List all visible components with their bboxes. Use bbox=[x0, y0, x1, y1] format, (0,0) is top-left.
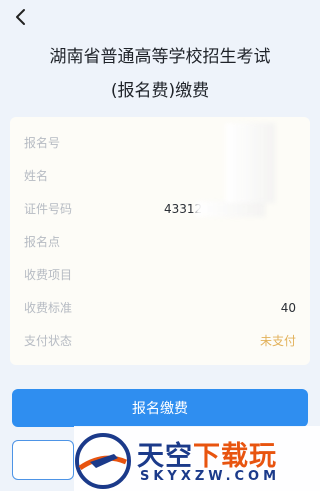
back-button[interactable] bbox=[10, 6, 32, 28]
page-title-line2: (报名费)缴费 bbox=[110, 81, 210, 101]
field-row-registration-site: 报名点 bbox=[24, 225, 296, 258]
field-label: 收费项目 bbox=[24, 268, 73, 282]
field-row-fee-standard: 收费标准 40 bbox=[24, 291, 296, 324]
watermark-brand-part2: 下载玩 bbox=[193, 441, 277, 472]
watermark-brand: 天空下载玩 bbox=[137, 434, 277, 473]
field-label: 证件号码 bbox=[24, 202, 73, 216]
field-label: 支付状态 bbox=[24, 334, 73, 348]
top-bar bbox=[0, 0, 320, 36]
field-value: 40 bbox=[280, 300, 296, 315]
redaction-blur bbox=[225, 123, 275, 203]
pay-registration-fee-button[interactable]: 报名缴费 bbox=[12, 389, 308, 427]
field-row-fee-item: 收费项目 bbox=[24, 258, 296, 291]
redaction-blur bbox=[195, 201, 265, 217]
watermark-url: SKYXZW.COM bbox=[140, 469, 281, 484]
watermark-logo-icon bbox=[75, 433, 131, 489]
field-label: 姓名 bbox=[24, 169, 49, 183]
payment-info-card: 报名号 姓名 证件号码 43312 报名点 收费项目 收费标准 40 支付状态 … bbox=[10, 117, 310, 365]
field-label: 报名点 bbox=[24, 235, 61, 249]
chevron-left-icon bbox=[16, 9, 25, 25]
page-title: 湖南省普通高等学校招生考试 (报名费)缴费 bbox=[0, 40, 320, 108]
watermark-brand-part1: 天空 bbox=[137, 441, 193, 472]
field-row-payment-status: 支付状态 未支付 bbox=[24, 324, 296, 357]
field-label: 报名号 bbox=[24, 136, 61, 150]
secondary-button[interactable] bbox=[12, 440, 74, 480]
status-badge: 未支付 bbox=[259, 334, 296, 348]
field-label: 收费标准 bbox=[24, 301, 73, 315]
page-title-line1: 湖南省普通高等学校招生考试 bbox=[49, 47, 271, 67]
